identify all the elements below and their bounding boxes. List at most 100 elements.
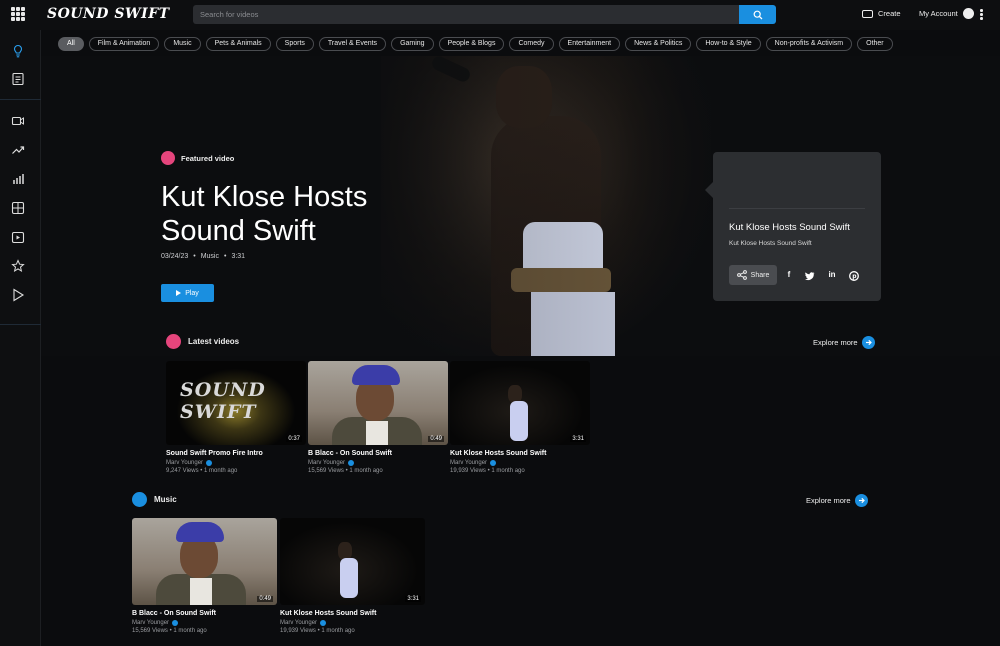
video-stats: 9,247 Views • 1 month ago (166, 468, 238, 474)
featured-label-text: Featured video (181, 153, 235, 163)
video-title[interactable]: Kut Klose Hosts Sound Swift (280, 610, 425, 617)
video-thumbnail[interactable]: 0:49 (132, 518, 277, 605)
video-card[interactable]: 3:31 Kut Klose Hosts Sound Swift Marv Yo… (280, 518, 425, 634)
twitter-icon[interactable] (804, 272, 816, 281)
home-icon[interactable] (11, 44, 25, 58)
featured-date: 03/24/23 (161, 253, 189, 260)
video-card[interactable]: SOUND SWIFT 0:37 Sound Swift Promo Fire … (166, 361, 306, 474)
search-button[interactable] (739, 5, 776, 24)
category-chip[interactable]: Other (857, 37, 893, 51)
category-chip[interactable]: Sports (275, 37, 314, 51)
video-author[interactable]: Marv Younger (166, 460, 306, 466)
video-thumbnail[interactable]: 0:49 (308, 361, 448, 445)
search-bar (193, 5, 776, 24)
category-chip[interactable]: News & Politics (625, 37, 692, 51)
video-card[interactable]: 3:31 Kut Klose Hosts Sound Swift Marv Yo… (450, 361, 590, 474)
sidebar-divider (0, 324, 41, 325)
info-card-title: Kut Klose Hosts Sound Swift (729, 222, 850, 233)
play-icon (176, 290, 182, 296)
pinterest-icon[interactable]: p (848, 271, 860, 281)
account-menu[interactable]: My Account (919, 8, 974, 19)
author-name: Marv Younger (132, 620, 170, 626)
video-camera-icon (862, 9, 873, 18)
featured-info-card: Kut Klose Hosts Sound Swift Kut Klose Ho… (705, 152, 881, 301)
category-chip[interactable]: Music (164, 37, 201, 51)
share-icon (736, 270, 747, 280)
featured-category[interactable]: Music (201, 253, 219, 260)
category-chip[interactable]: Travel & Events (318, 37, 387, 51)
category-chip[interactable]: Comedy (509, 37, 554, 51)
create-button[interactable]: Create (862, 9, 901, 18)
category-chip[interactable]: Non-profits & Activism (765, 37, 853, 51)
sidebar (0, 30, 41, 646)
author-name: Marv Younger (280, 620, 318, 626)
video-thumbnail[interactable]: 3:31 (450, 361, 590, 445)
video-author[interactable]: Marv Younger (450, 460, 590, 466)
video-card[interactable]: 0:49 B Blacc - On Sound Swift Marv Young… (132, 518, 277, 634)
info-card-subtitle: Kut Klose Hosts Sound Swift (729, 240, 812, 247)
svg-text:p: p (852, 273, 857, 280)
video-thumbnail[interactable]: SOUND SWIFT 0:37 (166, 361, 306, 445)
video-stats: 15,569 Views • 1 month ago (308, 468, 383, 474)
featured-video-title: Kut Klose Hosts Sound Swift (161, 181, 368, 247)
playlist-icon[interactable] (11, 72, 25, 86)
music-heading-text: Music (154, 495, 177, 504)
latest-videos-icon (166, 334, 181, 349)
video-title[interactable]: Kut Klose Hosts Sound Swift (450, 450, 590, 457)
category-chip[interactable]: How-to & Style (696, 37, 761, 51)
search-input[interactable] (193, 5, 739, 24)
user-avatar-icon (962, 8, 974, 19)
video-card[interactable]: 0:49 B Blacc - On Sound Swift Marv Young… (308, 361, 448, 474)
video-duration: 3:31 (570, 436, 586, 442)
video-author[interactable]: Marv Younger (132, 620, 277, 626)
video-stats: 15,569 Views • 1 month ago (132, 628, 207, 634)
video-title[interactable]: B Blacc - On Sound Swift (132, 610, 277, 617)
video-duration: 0:37 (286, 436, 302, 442)
play-store-icon[interactable] (11, 288, 25, 302)
arrow-right-icon (861, 336, 875, 349)
video-author[interactable]: Marv Younger (308, 460, 448, 466)
play-button[interactable]: Play (161, 284, 214, 302)
video-thumbnail[interactable]: 3:31 (280, 518, 425, 605)
trending-icon[interactable] (11, 143, 25, 157)
explore-label: Explore more (806, 496, 851, 505)
top-bar: SOUND SWIFT Create My Account (0, 0, 1000, 30)
more-options-icon[interactable] (980, 9, 983, 21)
live-icon[interactable] (11, 230, 25, 244)
verified-icon (348, 460, 355, 466)
category-chip[interactable]: People & Blogs (438, 37, 505, 51)
video-duration: 3:31 (405, 596, 421, 602)
categories-icon[interactable] (11, 201, 25, 215)
verified-icon (320, 620, 327, 626)
category-chip[interactable]: Film & Animation (88, 37, 160, 51)
account-label: My Account (919, 9, 958, 18)
author-name: Marv Younger (308, 460, 346, 466)
explore-more-latest[interactable]: Explore more (813, 336, 875, 349)
explore-more-music[interactable]: Explore more (806, 494, 868, 507)
category-chip[interactable]: Entertainment (558, 37, 621, 51)
verified-icon (172, 620, 179, 626)
verified-icon (490, 460, 497, 466)
verified-icon (206, 460, 213, 466)
star-icon[interactable] (11, 259, 25, 273)
play-label: Play (185, 289, 199, 297)
video-author[interactable]: Marv Younger (280, 620, 425, 626)
video-title[interactable]: Sound Swift Promo Fire Intro (166, 450, 306, 457)
linkedin-icon[interactable]: in (826, 270, 838, 279)
site-logo[interactable]: SOUND SWIFT (47, 6, 170, 22)
chart-icon[interactable] (11, 172, 25, 186)
author-name: Marv Younger (166, 460, 204, 466)
featured-video-meta: 03/24/23 • Music • 3:31 (161, 253, 246, 260)
category-chip[interactable]: All (58, 37, 84, 51)
share-button[interactable]: Share (729, 265, 777, 285)
featured-video-label: Featured video (161, 151, 234, 165)
category-chip[interactable]: Pets & Animals (205, 37, 271, 51)
video-camera-icon[interactable] (11, 114, 25, 128)
author-name: Marv Younger (450, 460, 488, 466)
facebook-icon[interactable]: f (783, 270, 795, 279)
category-chip[interactable]: Gaming (391, 37, 434, 51)
video-title[interactable]: B Blacc - On Sound Swift (308, 450, 448, 457)
apps-grid-icon[interactable] (11, 7, 25, 21)
share-label: Share (750, 271, 770, 279)
latest-videos-heading: Latest videos (166, 334, 239, 349)
